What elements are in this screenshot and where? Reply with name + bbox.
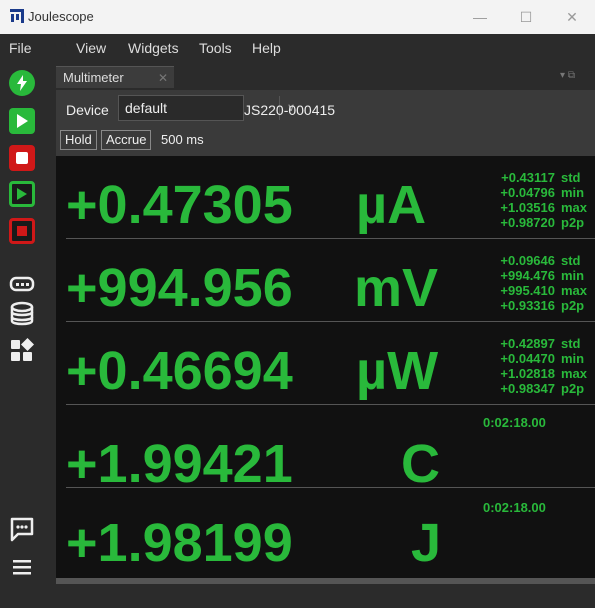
joulescope-logo-icon: [10, 9, 24, 23]
stat-label: max: [561, 366, 588, 381]
keyboard-icon[interactable]: [8, 270, 36, 298]
charge-value: +1.99421: [66, 434, 293, 494]
duration-label: 500 ms: [161, 132, 204, 147]
stat-label: p2p: [561, 298, 585, 313]
hold-button[interactable]: Hold: [60, 130, 97, 150]
voltage-stats: +0.09646 std +994.476 min +995.410 max +0.9…: [483, 253, 591, 313]
stat-value: +994.476: [500, 268, 555, 283]
stop-outline-icon[interactable]: [9, 218, 35, 244]
charge-row: +1.99421 C 0:02:18.00: [56, 405, 595, 494]
dock-tab-bar: Multimeter ✕ ▾ ⧉: [56, 66, 595, 90]
stat-value: +0.42897: [500, 336, 555, 351]
power-value: +0.46694: [66, 341, 293, 401]
device-label: Device: [66, 102, 109, 118]
charge-duration: 0:02:18.00: [483, 415, 546, 430]
window-title: Joulescope: [28, 9, 94, 24]
title-bar: Joulescope — ☐ ✕: [0, 0, 595, 34]
current-stats: +0.43117 std +0.04796 min +1.03516 max +0.9…: [483, 170, 591, 230]
stat-label: std: [561, 336, 581, 351]
accrue-button[interactable]: Accrue: [101, 130, 152, 150]
energy-row: +1.98199 J 0:02:18.00: [56, 488, 595, 573]
stat-value: +1.02818: [500, 366, 555, 381]
stat-value: +1.03516: [500, 200, 555, 215]
energy-unit: J: [411, 513, 442, 573]
tab-menu-icon[interactable]: ▾ ⧉: [560, 70, 575, 81]
menu-tools[interactable]: Tools: [199, 40, 232, 56]
stop-icon[interactable]: [9, 145, 35, 171]
maximize-button[interactable]: ☐: [503, 0, 549, 34]
panel-bottom-border: [56, 578, 595, 584]
stat-label: p2p: [561, 215, 585, 230]
multimeter-panel: Device default ∨ JS220-000415 Hold Accru…: [56, 90, 595, 580]
voltage-unit: mV: [354, 258, 439, 318]
menu-file[interactable]: File: [9, 40, 32, 56]
energy-duration: 0:02:18.00: [483, 500, 546, 515]
stat-label: std: [561, 170, 581, 185]
bolt-icon[interactable]: [9, 70, 35, 96]
current-unit: µA: [356, 175, 427, 235]
play-outline-icon[interactable]: [9, 181, 35, 207]
device-select-value: default: [125, 100, 168, 116]
current-value: +0.47305: [66, 175, 293, 235]
stat-label: std: [561, 253, 581, 268]
power-unit: µW: [356, 341, 439, 401]
stat-value: +0.98720: [500, 215, 555, 230]
stat-value: +0.04470: [500, 351, 555, 366]
close-button[interactable]: ✕: [549, 0, 595, 34]
close-icon[interactable]: ✕: [158, 67, 168, 89]
widgets-icon[interactable]: [8, 336, 36, 364]
voltage-value: +994.956: [66, 258, 293, 318]
play-icon[interactable]: [9, 108, 35, 134]
hamburger-icon[interactable]: [8, 553, 36, 581]
stat-value: +0.04796: [500, 185, 555, 200]
chat-icon[interactable]: [8, 515, 36, 543]
stat-value: +0.98347: [500, 381, 555, 396]
menu-bar: File View Widgets Tools Help: [0, 34, 595, 62]
power-row: +0.46694 µW +0.42897 std +0.04470 min +1.0…: [56, 322, 595, 405]
menu-help[interactable]: Help: [252, 40, 281, 56]
control-row: Device default ∨ JS220-000415 Hold Accru…: [56, 90, 595, 156]
stat-label: min: [561, 268, 585, 283]
minimize-button[interactable]: —: [457, 0, 503, 34]
left-toolbar: [0, 62, 44, 608]
menu-widgets[interactable]: Widgets: [128, 40, 179, 56]
energy-value: +1.98199: [66, 513, 293, 573]
stat-label: max: [561, 200, 588, 215]
stat-label: p2p: [561, 381, 585, 396]
stat-value: +0.43117: [501, 170, 555, 185]
stat-value: +0.93316: [500, 298, 555, 313]
device-select[interactable]: default ∨: [118, 95, 295, 121]
meter-display: +0.47305 µA +0.43117 std +0.04796 min +1.0…: [56, 156, 595, 580]
charge-unit: C: [401, 434, 440, 494]
device-serial: JS220-000415: [244, 102, 336, 118]
menu-view[interactable]: View: [76, 40, 106, 56]
stat-label: max: [561, 283, 588, 298]
stat-label: min: [561, 351, 585, 366]
database-icon[interactable]: [8, 300, 36, 328]
stat-value: +995.410: [500, 283, 555, 298]
voltage-row: +994.956 mV +0.09646 std +994.476 min +995…: [56, 239, 595, 322]
tab-label: Multimeter: [63, 70, 124, 85]
stat-value: +0.09646: [500, 253, 555, 268]
power-stats: +0.42897 std +0.04470 min +1.02818 max +0.9…: [483, 336, 591, 396]
current-row: +0.47305 µA +0.43117 std +0.04796 min +1.0…: [56, 156, 595, 239]
stat-label: min: [561, 185, 585, 200]
tab-multimeter[interactable]: Multimeter ✕: [56, 66, 174, 88]
